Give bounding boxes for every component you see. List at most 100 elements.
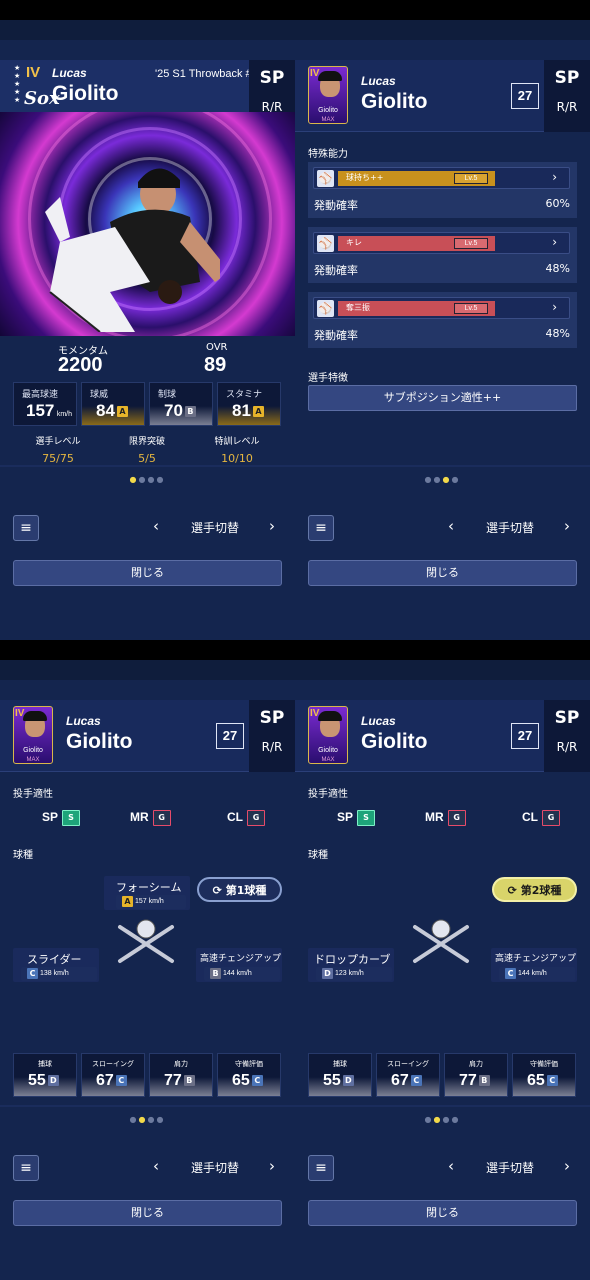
refresh-icon: ⟳ <box>507 884 517 897</box>
prev-player-button[interactable]: ‹ <box>448 517 454 535</box>
ability-level: Lv.5 <box>454 303 488 314</box>
field-value: 65 <box>232 1072 250 1089</box>
field-value: 77 <box>164 1072 182 1089</box>
refresh-icon: ⟳ <box>212 884 222 897</box>
menu-button[interactable]: ≡ <box>13 515 39 541</box>
close-button[interactable]: 閉じる <box>13 560 282 586</box>
page-indicator: ●●●● <box>424 1115 461 1124</box>
last-name: Giolito <box>66 730 133 753</box>
pitches-title: 球種 <box>13 850 33 861</box>
grade-badge: C <box>505 967 516 979</box>
next-player-button[interactable]: › <box>564 517 570 535</box>
page-indicator: ●●●● <box>424 475 461 484</box>
apt-pos: SP <box>337 810 354 825</box>
grade-badge: S <box>357 810 376 826</box>
level-label: 選手レベル <box>35 437 81 447</box>
player-artwork <box>0 112 295 336</box>
aptitude-cl: CL G <box>227 810 265 826</box>
field-throwing: スローイング 67 C <box>81 1053 145 1097</box>
field-label: 肩力 <box>174 1060 188 1068</box>
pitch-speed: 157 km/h <box>134 898 164 905</box>
aptitude-title: 投手適性 <box>308 789 348 800</box>
ability-level: Lv.5 <box>454 173 488 184</box>
grade-badge: A <box>122 895 133 907</box>
traits-title: 選手特徴 <box>308 373 348 384</box>
stat-value: 84 <box>96 401 115 420</box>
card-name: Giolito <box>23 747 43 754</box>
next-player-button[interactable]: › <box>269 1157 275 1175</box>
next-player-button[interactable]: › <box>564 1157 570 1175</box>
field-arm: 肩力 77 B <box>444 1053 508 1097</box>
field-value: 55 <box>28 1072 46 1089</box>
field-label: 肩力 <box>469 1060 483 1068</box>
close-button[interactable]: 閉じる <box>13 1200 282 1226</box>
field-throwing: スローイング 67 C <box>376 1053 440 1097</box>
ability-name: 奪三振 <box>346 303 370 312</box>
ability-fill: 球持ち++ Lv.5 <box>338 171 495 186</box>
chevron-right-icon: › <box>552 235 557 249</box>
player-switch-label: 選手切替 <box>191 1161 240 1175</box>
pitch-fourseam[interactable]: フォーシーム A 157 km/h <box>104 876 190 910</box>
chevron-right-icon: › <box>552 300 557 314</box>
ovr-value: 89 <box>204 354 227 376</box>
prev-player-button[interactable]: ‹ <box>153 517 159 535</box>
prev-player-button[interactable]: ‹ <box>153 1157 159 1175</box>
ability-fill: キレ Lv.5 <box>338 236 495 251</box>
throw-bat: R/R <box>261 740 283 754</box>
field-value: 55 <box>323 1072 341 1089</box>
page-indicator: ●●●● <box>129 475 166 484</box>
ability-item: ⚾ 球持ち++ Lv.5 › 発動確率 60% <box>308 162 577 218</box>
prev-player-button[interactable]: ‹ <box>448 1157 454 1175</box>
ability-bar[interactable]: ⚾ キレ Lv.5 › <box>313 232 570 254</box>
card-badge: MAX <box>321 117 335 123</box>
position: SP <box>554 68 580 88</box>
close-button[interactable]: 閉じる <box>308 1200 577 1226</box>
last-name: Giolito <box>52 82 119 105</box>
position: SP <box>259 68 285 88</box>
pitch-set-1-button[interactable]: ⟳ 第1球種 <box>197 877 282 902</box>
grade-badge: C <box>410 1075 422 1087</box>
stat-value: 70 <box>164 401 183 420</box>
trait-button[interactable]: サブポジション適性++ <box>308 385 577 411</box>
top-band <box>0 20 295 40</box>
field-value: 67 <box>96 1072 114 1089</box>
ability-bar[interactable]: ⚾ 奪三振 Lv.5 › <box>313 297 570 319</box>
card-rank: IV <box>15 708 25 719</box>
menu-button[interactable]: ≡ <box>13 1155 39 1181</box>
top-band <box>295 660 590 680</box>
pitch-changeup[interactable]: 高速チェンジアップ B 144 km/h <box>196 948 282 982</box>
pitch-speed: 138 km/h <box>39 970 69 977</box>
field-label: 捕球 <box>38 1060 52 1068</box>
cap <box>23 711 47 721</box>
page-indicator: ●●●● <box>129 1115 166 1124</box>
pitch-set-2-button[interactable]: ⟳ 第2球種 <box>492 877 577 902</box>
ability-bar[interactable]: ⚾ 球持ち++ Lv.5 › <box>313 167 570 189</box>
prob-label: 発動確率 <box>314 329 358 342</box>
pitch-changeup[interactable]: 高速チェンジアップ C 144 km/h <box>491 948 577 982</box>
grade-badge: S <box>62 810 81 826</box>
level-value: 75/75 <box>42 452 74 465</box>
grade-badge: D <box>342 1075 354 1087</box>
grade-badge: D <box>322 967 333 979</box>
first-name: Lucas <box>66 714 101 728</box>
card-name: Giolito <box>318 747 338 754</box>
pitch-slider[interactable]: スライダー C 138 km/h <box>13 948 99 982</box>
menu-button[interactable]: ≡ <box>308 1155 334 1181</box>
level-label: 限界突破 <box>128 437 165 447</box>
prob-value: 60% <box>545 197 570 210</box>
card-rank: IV <box>310 708 320 719</box>
uniform-number: 27 <box>216 723 244 749</box>
first-name: Lucas <box>361 714 396 728</box>
grade-badge: C <box>251 1075 263 1087</box>
pitch-dropcurve[interactable]: ドロップカーブ D 123 km/h <box>308 948 394 982</box>
next-player-button[interactable]: › <box>269 517 275 535</box>
close-button[interactable]: 閉じる <box>308 560 577 586</box>
panel-pitches-2: IV Giolito MAX Lucas Giolito 27 SP R/R 投… <box>295 660 590 1280</box>
stat-label: 制球 <box>158 390 177 400</box>
aptitude-title: 投手適性 <box>13 789 53 800</box>
prob-value: 48% <box>545 327 570 340</box>
pitch-speed: 144 km/h <box>222 970 252 977</box>
divider <box>0 465 295 467</box>
menu-button[interactable]: ≡ <box>308 515 334 541</box>
last-name: Giolito <box>361 90 428 113</box>
